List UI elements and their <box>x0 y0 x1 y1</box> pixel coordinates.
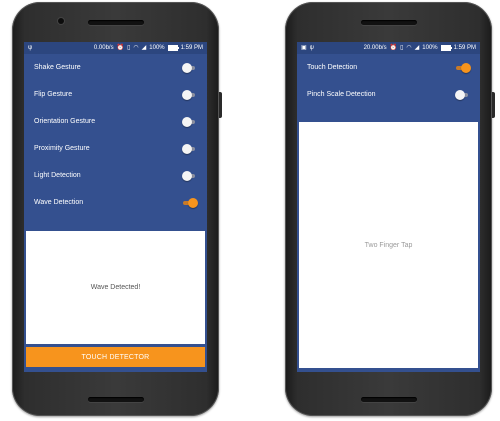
status-bar: ψ 0.00b/s ⏰ ▯ ◠ ◢ 100% 1:59 PM <box>24 42 207 54</box>
setting-label: Orientation Gesture <box>34 118 96 125</box>
front-camera <box>58 18 64 24</box>
toggle-thumb <box>182 116 192 127</box>
setting-label: Proximity Gesture <box>34 145 90 152</box>
battery-percent: 100% <box>149 45 165 51</box>
battery-icon <box>167 45 179 51</box>
volume-button <box>492 92 495 118</box>
touch-options-list: Touch Detection Pinch Scale Detection <box>297 54 480 108</box>
clock: 1:59 PM <box>453 45 476 51</box>
left-screen: ψ 0.00b/s ⏰ ▯ ◠ ◢ 100% 1:59 PM Shake Ges… <box>24 42 207 372</box>
usb-icon: ψ <box>309 45 314 51</box>
setting-row: Wave Detection <box>24 189 207 216</box>
battery-percent: 100% <box>422 45 438 51</box>
setting-label: Wave Detection <box>34 199 84 206</box>
wifi-icon: ◠ <box>133 45 139 51</box>
network-speed: 0.00b/s <box>93 45 114 51</box>
setting-row: Shake Gesture <box>24 54 207 81</box>
alarm-icon: ⏰ <box>116 45 125 51</box>
touch-detector-button[interactable]: TOUCH DETECTOR <box>26 347 205 367</box>
volume-button <box>219 92 222 118</box>
toggle-thumb <box>188 197 198 208</box>
setting-toggle[interactable] <box>182 143 196 154</box>
toggle-thumb <box>461 62 471 73</box>
setting-label: Shake Gesture <box>34 64 81 71</box>
usb-icon: ψ <box>28 45 33 51</box>
setting-toggle[interactable] <box>455 62 471 73</box>
vibrate-icon: ▯ <box>127 45 131 51</box>
right-phone: ▣ ψ 20.00b/s ⏰ ▯ ◠ ◢ 100% 1:59 PM Touch … <box>285 2 495 416</box>
detection-result: Wave Detected! <box>90 284 141 291</box>
setting-label: Flip Gesture <box>34 91 73 98</box>
setting-toggle[interactable] <box>182 116 196 127</box>
alarm-icon: ⏰ <box>389 45 398 51</box>
touch-area[interactable]: Two Finger Tap <box>299 122 478 368</box>
toggle-thumb <box>182 89 192 100</box>
signal-icon: ◢ <box>141 45 147 51</box>
bottom-speaker <box>87 397 144 402</box>
setting-label: Touch Detection <box>307 64 358 71</box>
touch-result: Two Finger Tap <box>364 241 413 249</box>
left-phone: ψ 0.00b/s ⏰ ▯ ◠ ◢ 100% 1:59 PM Shake Ges… <box>12 2 222 416</box>
status-bar: ▣ ψ 20.00b/s ⏰ ▯ ◠ ◢ 100% 1:59 PM <box>297 42 480 54</box>
setting-toggle[interactable] <box>182 170 196 181</box>
toggle-thumb <box>455 89 465 100</box>
toggle-thumb <box>182 170 192 181</box>
signal-icon: ◢ <box>414 45 420 51</box>
setting-toggle[interactable] <box>182 197 198 208</box>
setting-row: Orientation Gesture <box>24 108 207 135</box>
setting-label: Light Detection <box>34 172 81 179</box>
gesture-list: Shake Gesture Flip Gesture Orientation Ges… <box>24 54 207 216</box>
network-speed: 20.00b/s <box>363 45 387 51</box>
setting-toggle[interactable] <box>182 62 196 73</box>
setting-label: Pinch Scale Detection <box>307 91 376 98</box>
setting-row: Flip Gesture <box>24 81 207 108</box>
vibrate-icon: ▯ <box>400 45 404 51</box>
toggle-thumb <box>182 143 192 154</box>
clock: 1:59 PM <box>180 45 203 51</box>
setting-row: Pinch Scale Detection <box>297 81 480 108</box>
battery-icon <box>440 45 452 51</box>
toggle-thumb <box>182 62 192 73</box>
earpiece-speaker <box>87 20 144 25</box>
setting-row: Touch Detection <box>297 54 480 81</box>
wifi-icon: ◠ <box>406 45 412 51</box>
setting-toggle[interactable] <box>182 89 196 100</box>
setting-row: Proximity Gesture <box>24 135 207 162</box>
setting-row: Light Detection <box>24 162 207 189</box>
earpiece-speaker <box>360 20 417 25</box>
right-screen: ▣ ψ 20.00b/s ⏰ ▯ ◠ ◢ 100% 1:59 PM Touch … <box>297 42 480 372</box>
setting-toggle[interactable] <box>455 89 469 100</box>
image-icon: ▣ <box>301 45 307 51</box>
detection-panel: Wave Detected! <box>26 231 205 344</box>
bottom-speaker <box>360 397 417 402</box>
